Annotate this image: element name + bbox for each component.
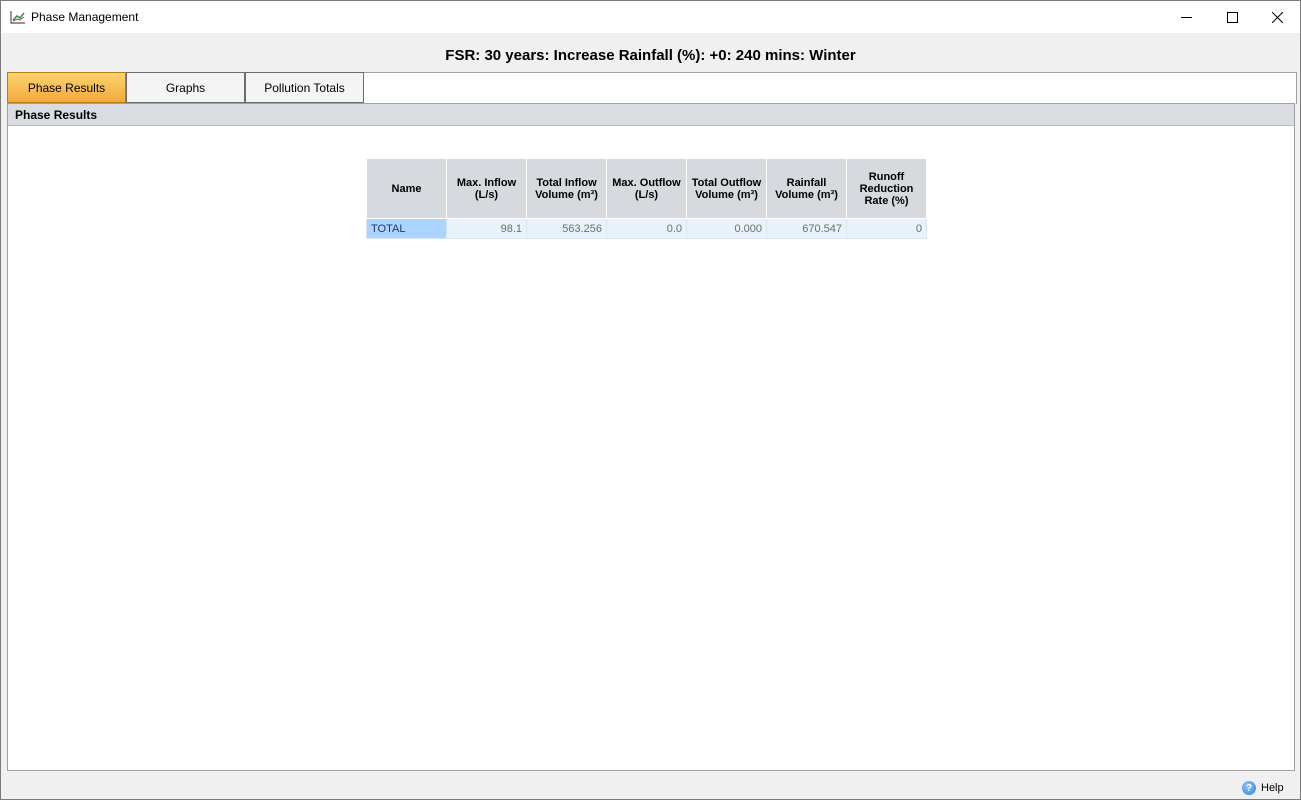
cell-max-outflow[interactable]: 0.0 (606, 218, 687, 239)
column-header-total-inflow-volume[interactable]: Total Inflow Volume (m³) (526, 158, 607, 219)
window-title: Phase Management (31, 10, 139, 24)
minimize-button[interactable] (1163, 1, 1209, 33)
phase-management-window: Phase Management FSR: 30 years: Increase… (0, 0, 1301, 800)
title-bar[interactable]: Phase Management (1, 1, 1300, 33)
cell-total-inflow-volume[interactable]: 563.256 (526, 218, 607, 239)
help-link[interactable]: ? Help (1242, 781, 1284, 795)
maximize-icon (1226, 11, 1238, 23)
tab-graphs[interactable]: Graphs (126, 72, 245, 103)
tab-pollution-totals[interactable]: Pollution Totals (245, 72, 364, 103)
results-table: Name Max. Inflow (L/s) Total Inflow Volu… (366, 158, 927, 239)
column-header-name[interactable]: Name (366, 158, 447, 219)
cell-max-inflow[interactable]: 98.1 (446, 218, 527, 239)
column-header-max-outflow[interactable]: Max. Outflow (L/s) (606, 158, 687, 219)
close-icon (1271, 11, 1283, 23)
table-header-row: Name Max. Inflow (L/s) Total Inflow Volu… (366, 158, 927, 219)
maximize-button[interactable] (1209, 1, 1255, 33)
help-label: Help (1261, 782, 1284, 794)
table-row[interactable]: TOTAL 98.1 563.256 0.0 0.000 670.547 0 (366, 218, 927, 239)
phase-results-panel: Phase Results Name Max. Inflow (L/s) Tot… (7, 103, 1295, 771)
tab-strip: Phase Results Graphs Pollution Totals (7, 72, 1297, 104)
column-header-rainfall-volume[interactable]: Rainfall Volume (m³) (766, 158, 847, 219)
storm-caption: FSR: 30 years: Increase Rainfall (%): +0… (445, 47, 856, 64)
help-icon: ? (1242, 781, 1256, 795)
close-button[interactable] (1254, 1, 1300, 33)
cell-name[interactable]: TOTAL (366, 218, 447, 239)
tab-phase-results[interactable]: Phase Results (7, 72, 126, 103)
cell-rainfall-volume[interactable]: 670.547 (766, 218, 847, 239)
chart-app-icon (10, 10, 26, 24)
section-title: Phase Results (8, 104, 1294, 126)
minimize-icon (1180, 16, 1192, 18)
cell-total-outflow-volume[interactable]: 0.000 (686, 218, 767, 239)
column-header-runoff-reduction-rate[interactable]: Runoff Reduction Rate (%) (846, 158, 927, 219)
column-header-max-inflow[interactable]: Max. Inflow (L/s) (446, 158, 527, 219)
cell-runoff-reduction-rate[interactable]: 0 (846, 218, 927, 239)
column-header-total-outflow-volume[interactable]: Total Outflow Volume (m³) (686, 158, 767, 219)
